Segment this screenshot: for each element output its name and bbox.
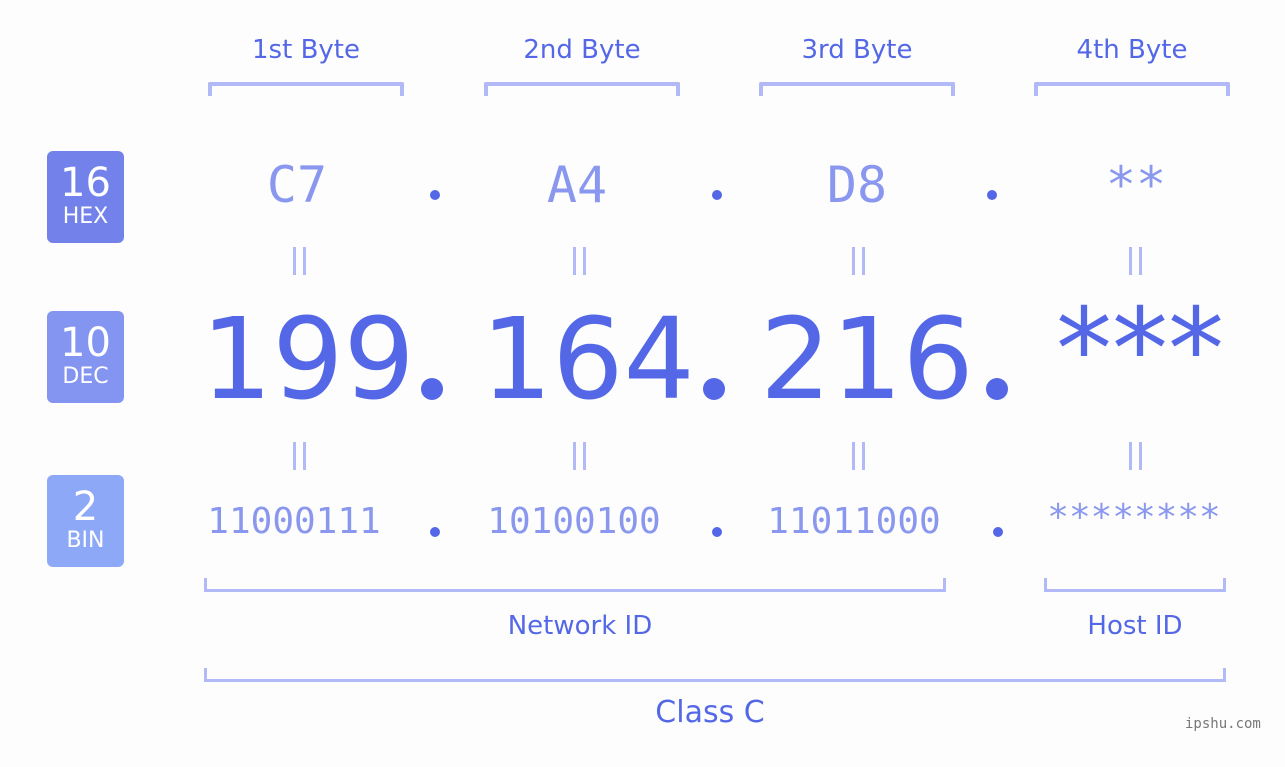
dec-byte-3: 216 — [760, 295, 974, 425]
class-bracket — [204, 668, 1226, 682]
bin-byte-3: 11011000 — [767, 501, 941, 542]
dec-base: 10 — [60, 320, 111, 366]
dec-byte-2: 164 — [481, 295, 695, 425]
dec-byte-4: *** — [1056, 285, 1224, 415]
equals-sign — [573, 442, 587, 470]
hex-separator-dot — [987, 190, 997, 200]
equals-sign — [293, 442, 307, 470]
equals-sign — [573, 247, 587, 275]
hex-separator-dot — [430, 190, 440, 200]
equals-sign — [852, 247, 866, 275]
bin-byte-1: 11000111 — [207, 501, 381, 542]
hex-byte-2: A4 — [546, 156, 608, 214]
hex-byte-1: C7 — [266, 156, 328, 214]
bin-separator-dot — [712, 527, 722, 537]
hex-byte-4: ** — [1105, 156, 1167, 214]
equals-sign — [852, 442, 866, 470]
bin-base: 2 — [72, 484, 99, 530]
bin-name: BIN — [66, 528, 105, 553]
byte-header-1: 1st Byte — [252, 35, 360, 65]
byte-header-3: 3rd Byte — [801, 35, 913, 65]
byte-header-4: 4th Byte — [1076, 35, 1188, 65]
watermark: ipshu.com — [1185, 716, 1261, 732]
bin-badge: 2 BIN — [47, 475, 124, 567]
hex-name: HEX — [62, 204, 109, 229]
equals-sign — [1129, 247, 1143, 275]
equals-sign — [293, 247, 307, 275]
hex-badge: 16 HEX — [47, 151, 124, 243]
class-label: Class C — [655, 695, 765, 730]
bin-byte-4: ******** — [1047, 497, 1221, 538]
byte-bracket-2 — [484, 82, 680, 96]
dec-separator-dot — [986, 378, 1008, 400]
hex-base: 16 — [60, 160, 111, 206]
bin-separator-dot — [993, 527, 1003, 537]
dec-separator-dot — [421, 378, 443, 400]
network-id-label: Network ID — [507, 611, 653, 641]
byte-bracket-1 — [208, 82, 404, 96]
byte-bracket-3 — [759, 82, 955, 96]
byte-bracket-4 — [1034, 82, 1230, 96]
equals-sign — [1129, 442, 1143, 470]
bin-separator-dot — [430, 527, 440, 537]
host-id-bracket — [1044, 578, 1226, 592]
dec-badge: 10 DEC — [47, 311, 124, 403]
dec-name: DEC — [62, 364, 109, 389]
byte-header-2: 2nd Byte — [523, 35, 641, 65]
network-id-bracket — [204, 578, 946, 592]
bin-byte-2: 10100100 — [487, 501, 661, 542]
hex-separator-dot — [712, 190, 722, 200]
dec-separator-dot — [703, 378, 725, 400]
dec-byte-1: 199 — [201, 295, 415, 425]
hex-byte-3: D8 — [826, 156, 888, 214]
host-id-label: Host ID — [1087, 611, 1183, 641]
